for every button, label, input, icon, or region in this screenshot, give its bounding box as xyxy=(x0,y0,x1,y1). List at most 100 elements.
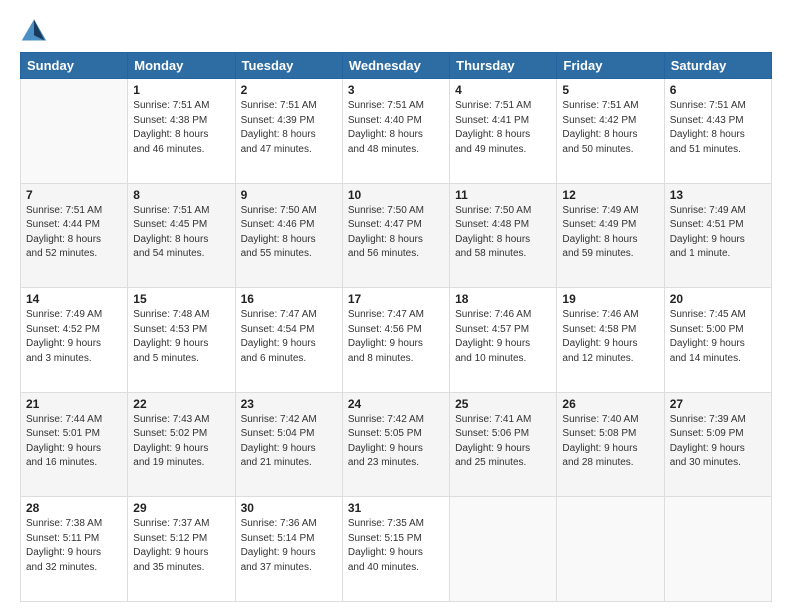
calendar-cell: 28 Sunrise: 7:38 AMSunset: 5:11 PMDayligh… xyxy=(21,497,128,602)
day-info: Sunrise: 7:37 AMSunset: 5:12 PMDaylight:… xyxy=(133,517,229,575)
day-info: Sunrise: 7:38 AMSunset: 5:11 PMDaylight:… xyxy=(26,517,122,575)
day-info: Sunrise: 7:40 AMSunset: 5:08 PMDaylight:… xyxy=(562,413,658,471)
day-number: 27 xyxy=(670,397,766,411)
day-info: Sunrise: 7:49 AMSunset: 4:52 PMDaylight:… xyxy=(26,308,122,366)
day-info: Sunrise: 7:51 AMSunset: 4:44 PMDaylight:… xyxy=(26,204,122,262)
weekday-header-monday: Monday xyxy=(128,53,235,79)
day-number: 1 xyxy=(133,83,229,97)
calendar-cell: 16Sunrise: 7:47 AMSunset: 4:54 PMDayligh… xyxy=(235,288,342,393)
day-number: 3 xyxy=(348,83,444,97)
day-info: Sunrise: 7:50 AMSunset: 4:48 PMDaylight:… xyxy=(455,204,551,262)
day-info: Sunrise: 7:36 AMSunset: 5:14 PMDaylight:… xyxy=(241,517,337,575)
page: SundayMondayTuesdayWednesdayThursdayFrid… xyxy=(0,0,792,612)
day-number: 10 xyxy=(348,188,444,202)
header xyxy=(20,16,772,44)
day-info: Sunrise: 7:43 AMSunset: 5:02 PMDaylight:… xyxy=(133,413,229,471)
calendar-cell xyxy=(450,497,557,602)
logo-icon xyxy=(20,16,48,44)
calendar-cell: 8 Sunrise: 7:51 AMSunset: 4:45 PMDaylight… xyxy=(128,183,235,288)
day-number: 30 xyxy=(241,501,337,515)
day-info: Sunrise: 7:51 AMSunset: 4:41 PMDaylight:… xyxy=(455,99,551,157)
day-info: Sunrise: 7:49 AMSunset: 4:49 PMDaylight:… xyxy=(562,204,658,262)
calendar-cell: 4 Sunrise: 7:51 AMSunset: 4:41 PMDaylight… xyxy=(450,79,557,184)
day-number: 22 xyxy=(133,397,229,411)
weekday-header-wednesday: Wednesday xyxy=(342,53,449,79)
day-number: 20 xyxy=(670,292,766,306)
weekday-header-saturday: Saturday xyxy=(664,53,771,79)
calendar-cell: 25 Sunrise: 7:41 AMSunset: 5:06 PMDayligh… xyxy=(450,392,557,497)
day-info: Sunrise: 7:35 AMSunset: 5:15 PMDaylight:… xyxy=(348,517,444,575)
calendar-cell: 19 Sunrise: 7:46 AMSunset: 4:58 PMDayligh… xyxy=(557,288,664,393)
day-number: 13 xyxy=(670,188,766,202)
day-number: 15 xyxy=(133,292,229,306)
day-number: 16 xyxy=(241,292,337,306)
day-number: 24 xyxy=(348,397,444,411)
day-info: Sunrise: 7:51 AMSunset: 4:38 PMDaylight:… xyxy=(133,99,229,157)
day-number: 2 xyxy=(241,83,337,97)
calendar-cell: 29 Sunrise: 7:37 AMSunset: 5:12 PMDayligh… xyxy=(128,497,235,602)
calendar-cell: 18Sunrise: 7:46 AMSunset: 4:57 PMDayligh… xyxy=(450,288,557,393)
day-number: 17 xyxy=(348,292,444,306)
calendar-cell: 1 Sunrise: 7:51 AMSunset: 4:38 PMDaylight… xyxy=(128,79,235,184)
calendar-cell: 6Sunrise: 7:51 AMSunset: 4:43 PMDaylight… xyxy=(664,79,771,184)
calendar-cell: 27 Sunrise: 7:39 AMSunset: 5:09 PMDayligh… xyxy=(664,392,771,497)
day-number: 5 xyxy=(562,83,658,97)
calendar-cell: 26Sunrise: 7:40 AMSunset: 5:08 PMDayligh… xyxy=(557,392,664,497)
weekday-header-sunday: Sunday xyxy=(21,53,128,79)
calendar-cell: 12 Sunrise: 7:49 AMSunset: 4:49 PMDayligh… xyxy=(557,183,664,288)
day-info: Sunrise: 7:42 AMSunset: 5:05 PMDaylight:… xyxy=(348,413,444,471)
day-number: 28 xyxy=(26,501,122,515)
day-number: 14 xyxy=(26,292,122,306)
day-info: Sunrise: 7:51 AMSunset: 4:39 PMDaylight:… xyxy=(241,99,337,157)
calendar-week-3: 14 Sunrise: 7:49 AMSunset: 4:52 PMDayligh… xyxy=(21,288,772,393)
weekday-header-row: SundayMondayTuesdayWednesdayThursdayFrid… xyxy=(21,53,772,79)
weekday-header-friday: Friday xyxy=(557,53,664,79)
calendar-cell: 11 Sunrise: 7:50 AMSunset: 4:48 PMDayligh… xyxy=(450,183,557,288)
day-info: Sunrise: 7:47 AMSunset: 4:56 PMDaylight:… xyxy=(348,308,444,366)
calendar-week-1: 1 Sunrise: 7:51 AMSunset: 4:38 PMDaylight… xyxy=(21,79,772,184)
calendar-cell: 9 Sunrise: 7:50 AMSunset: 4:46 PMDaylight… xyxy=(235,183,342,288)
day-info: Sunrise: 7:49 AMSunset: 4:51 PMDaylight:… xyxy=(670,204,766,262)
day-number: 11 xyxy=(455,188,551,202)
day-info: Sunrise: 7:51 AMSunset: 4:40 PMDaylight:… xyxy=(348,99,444,157)
calendar-cell: 31 Sunrise: 7:35 AMSunset: 5:15 PMDayligh… xyxy=(342,497,449,602)
day-info: Sunrise: 7:50 AMSunset: 4:46 PMDaylight:… xyxy=(241,204,337,262)
calendar-week-4: 21Sunrise: 7:44 AMSunset: 5:01 PMDayligh… xyxy=(21,392,772,497)
day-info: Sunrise: 7:48 AMSunset: 4:53 PMDaylight:… xyxy=(133,308,229,366)
day-number: 31 xyxy=(348,501,444,515)
calendar-table: SundayMondayTuesdayWednesdayThursdayFrid… xyxy=(20,52,772,602)
day-number: 25 xyxy=(455,397,551,411)
calendar-cell: 10 Sunrise: 7:50 AMSunset: 4:47 PMDayligh… xyxy=(342,183,449,288)
day-number: 4 xyxy=(455,83,551,97)
day-number: 9 xyxy=(241,188,337,202)
weekday-header-tuesday: Tuesday xyxy=(235,53,342,79)
day-number: 29 xyxy=(133,501,229,515)
calendar-cell: 20 Sunrise: 7:45 AMSunset: 5:00 PMDayligh… xyxy=(664,288,771,393)
calendar-cell xyxy=(21,79,128,184)
day-info: Sunrise: 7:46 AMSunset: 4:57 PMDaylight:… xyxy=(455,308,551,366)
calendar-cell xyxy=(664,497,771,602)
day-info: Sunrise: 7:51 AMSunset: 4:45 PMDaylight:… xyxy=(133,204,229,262)
day-info: Sunrise: 7:39 AMSunset: 5:09 PMDaylight:… xyxy=(670,413,766,471)
day-info: Sunrise: 7:51 AMSunset: 4:42 PMDaylight:… xyxy=(562,99,658,157)
calendar-cell: 21Sunrise: 7:44 AMSunset: 5:01 PMDayligh… xyxy=(21,392,128,497)
calendar-cell: 24 Sunrise: 7:42 AMSunset: 5:05 PMDayligh… xyxy=(342,392,449,497)
calendar-cell: 15 Sunrise: 7:48 AMSunset: 4:53 PMDayligh… xyxy=(128,288,235,393)
day-info: Sunrise: 7:44 AMSunset: 5:01 PMDaylight:… xyxy=(26,413,122,471)
calendar-cell: 3 Sunrise: 7:51 AMSunset: 4:40 PMDaylight… xyxy=(342,79,449,184)
day-info: Sunrise: 7:46 AMSunset: 4:58 PMDaylight:… xyxy=(562,308,658,366)
day-number: 7 xyxy=(26,188,122,202)
calendar-cell: 13 Sunrise: 7:49 AMSunset: 4:51 PMDayligh… xyxy=(664,183,771,288)
day-number: 19 xyxy=(562,292,658,306)
day-info: Sunrise: 7:41 AMSunset: 5:06 PMDaylight:… xyxy=(455,413,551,471)
calendar-cell xyxy=(557,497,664,602)
day-number: 23 xyxy=(241,397,337,411)
logo xyxy=(20,16,52,44)
day-number: 6 xyxy=(670,83,766,97)
calendar-body: 1 Sunrise: 7:51 AMSunset: 4:38 PMDaylight… xyxy=(21,79,772,602)
day-info: Sunrise: 7:45 AMSunset: 5:00 PMDaylight:… xyxy=(670,308,766,366)
calendar-header: SundayMondayTuesdayWednesdayThursdayFrid… xyxy=(21,53,772,79)
day-number: 12 xyxy=(562,188,658,202)
day-number: 8 xyxy=(133,188,229,202)
day-info: Sunrise: 7:50 AMSunset: 4:47 PMDaylight:… xyxy=(348,204,444,262)
